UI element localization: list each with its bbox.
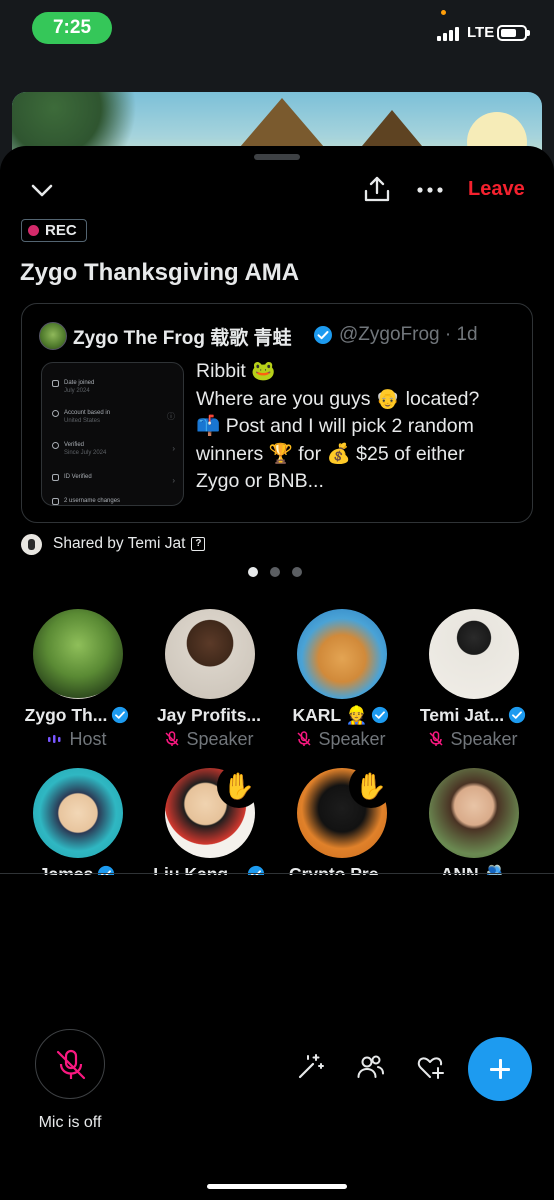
home-indicator <box>207 1184 347 1189</box>
post-text: Ribbit 🐸 Where are you guys 👴 located? 📫… <box>196 360 480 492</box>
people-icon[interactable] <box>355 1052 385 1082</box>
space-sheet: Leave REC Zygo Thanksgiving AMA Zygo The… <box>0 146 554 1200</box>
heart-plus-icon[interactable] <box>415 1052 445 1082</box>
participant-name: Zygo Th... <box>12 705 142 726</box>
mic-off-icon <box>297 731 311 746</box>
verified-badge-icon <box>112 706 129 724</box>
participant-tile[interactable]: Jay Profits... Speaker <box>144 609 274 749</box>
mic-off-icon <box>429 731 443 746</box>
privacy-indicator-dot <box>441 10 446 15</box>
battery-icon <box>497 25 530 41</box>
mic-off-icon <box>165 731 179 746</box>
avatar[interactable] <box>33 609 123 699</box>
cellular-signal-icon <box>437 25 463 41</box>
avatar[interactable] <box>297 609 387 699</box>
raised-hand-icon: ✋ <box>217 764 261 808</box>
post-author-name[interactable]: Zygo The Frog 载歌 青蛙 <box>73 323 292 350</box>
mic-off-icon <box>56 1049 86 1080</box>
more-options-icon[interactable] <box>414 176 446 204</box>
participant-name: KARL 👷 <box>276 705 406 726</box>
participant-tile[interactable]: Zygo Th... Host <box>12 609 142 749</box>
space-title: Zygo Thanksgiving AMA <box>20 259 300 286</box>
recording-label: REC <box>45 222 77 239</box>
status-time: 7:25 <box>32 12 112 44</box>
network-type: LTE <box>467 24 495 41</box>
pager-dot[interactable] <box>248 567 258 577</box>
mic-status-label: Mic is off <box>38 1114 102 1131</box>
mic-toggle-button[interactable] <box>35 1029 105 1099</box>
leave-button[interactable]: Leave <box>468 178 525 201</box>
status-bar: 7:25 LTE <box>0 0 554 60</box>
post-handle-and-time: @ZygoFrog · 1d <box>339 324 478 345</box>
pinned-post-card[interactable]: Zygo The Frog 载歌 青蛙 @ZygoFrog · 1d Date … <box>21 303 533 523</box>
chevron-down-icon[interactable] <box>28 176 56 204</box>
raised-hand-icon: ✋ <box>349 764 393 808</box>
recording-badge: REC <box>21 219 87 242</box>
pager-dot[interactable] <box>292 567 302 577</box>
sharer-avatar <box>21 533 42 555</box>
host-audio-icon <box>48 735 61 743</box>
verified-badge-icon <box>509 706 526 724</box>
share-icon[interactable] <box>362 174 392 204</box>
participant-tile[interactable]: Temi Jat... Speaker <box>408 609 538 749</box>
help-icon[interactable]: ? <box>191 537 206 551</box>
avatar[interactable] <box>429 609 519 699</box>
divider <box>0 873 554 874</box>
pager-dot[interactable] <box>270 567 280 577</box>
recording-dot-icon <box>28 225 39 236</box>
sheet-grabber[interactable] <box>254 154 300 160</box>
participant-tile[interactable]: KARL 👷 Speaker <box>276 609 406 749</box>
participant-role: Speaker <box>276 729 406 750</box>
shared-by-row[interactable]: Shared by Temi Jat ? <box>21 533 206 555</box>
avatar[interactable] <box>33 768 123 858</box>
magic-wand-icon[interactable] <box>295 1052 325 1082</box>
shared-by-label: Shared by Temi Jat <box>53 535 186 552</box>
add-button[interactable] <box>468 1037 532 1101</box>
post-image[interactable]: Date joined July 2024 Account based in Uni… <box>41 362 184 506</box>
avatar[interactable] <box>165 609 255 699</box>
participant-role: Host <box>12 729 142 750</box>
pager-dots <box>248 567 308 577</box>
participant-name: Temi Jat... <box>408 705 538 726</box>
verified-badge-icon <box>314 326 332 344</box>
avatar[interactable] <box>429 768 519 858</box>
participant-name: Jay Profits... <box>156 705 262 725</box>
participant-role: Speaker <box>408 729 538 750</box>
participant-role: Speaker <box>144 729 274 750</box>
verified-badge-icon <box>372 706 389 724</box>
post-author-avatar[interactable] <box>39 322 67 350</box>
